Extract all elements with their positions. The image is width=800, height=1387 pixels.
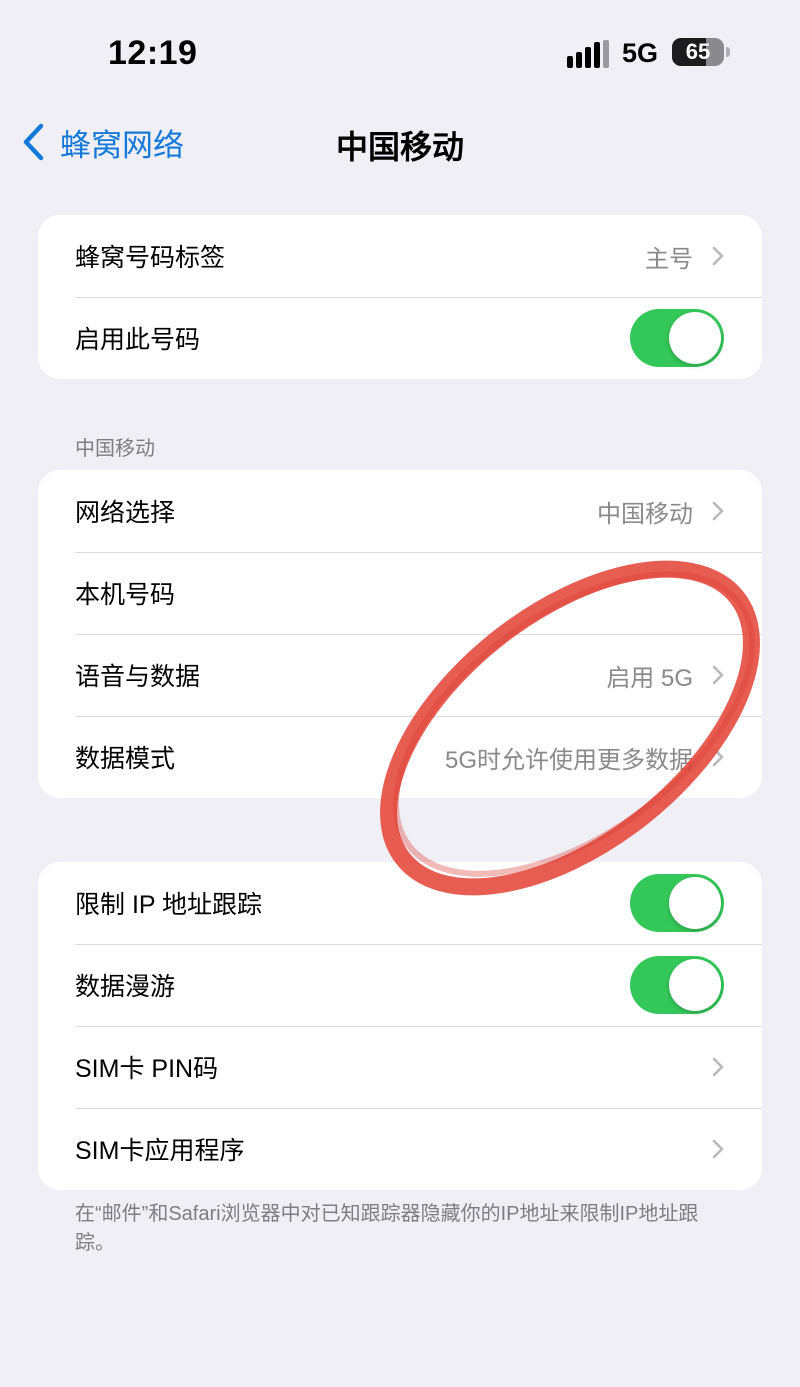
cellular-label-title: 蜂窝号码标签 bbox=[75, 244, 226, 272]
toggle-knob bbox=[669, 877, 721, 929]
network-type-label: 5G bbox=[622, 38, 659, 68]
chevron-right-icon bbox=[712, 1057, 724, 1077]
battery-icon: 65 bbox=[672, 38, 724, 66]
chevron-right-icon bbox=[712, 501, 724, 521]
footer-note: 在“邮件”和Safari浏览器中对已知跟踪器隐藏你的IP地址来限制IP地址跟踪。 bbox=[75, 1203, 699, 1254]
network-selection-value: 中国移动 bbox=[597, 500, 693, 528]
voice-data-title: 语音与数据 bbox=[75, 663, 201, 691]
my-number-row[interactable]: 本机号码 bbox=[38, 552, 762, 634]
cellular-label-row[interactable]: 蜂窝号码标签 主号 bbox=[38, 215, 762, 297]
chevron-right-icon bbox=[712, 246, 724, 266]
enable-number-title: 启用此号码 bbox=[75, 326, 201, 354]
limit-ip-tracking-row: 限制 IP 地址跟踪 bbox=[38, 862, 762, 944]
sim-applications-title: SIM卡应用程序 bbox=[75, 1137, 245, 1165]
network-selection-title: 网络选择 bbox=[75, 499, 176, 527]
cellular-label-value: 主号 bbox=[645, 245, 693, 273]
page-title: 中国移动 bbox=[335, 129, 464, 165]
sim-pin-title: SIM卡 PIN码 bbox=[75, 1055, 219, 1083]
limit-ip-tracking-toggle[interactable] bbox=[630, 874, 724, 932]
data-mode-value: 5G时允许使用更多数据 bbox=[444, 746, 693, 774]
data-roaming-row: 数据漫游 bbox=[38, 944, 762, 1026]
chevron-right-icon bbox=[712, 747, 724, 767]
data-mode-title: 数据模式 bbox=[75, 745, 176, 773]
battery-tip bbox=[726, 47, 730, 57]
signal-strength-icon bbox=[567, 40, 609, 68]
settings-group-carrier: 网络选择 中国移动 本机号码 语音与数据 启用 5G 数据模式 5G时允许使用更… bbox=[38, 470, 762, 798]
navigation-bar: 蜂窝网络 中国移动 bbox=[0, 110, 800, 174]
voice-data-row[interactable]: 语音与数据 启用 5G bbox=[38, 634, 762, 716]
status-bar: 12:19 5G 65 bbox=[0, 0, 800, 100]
sim-applications-row[interactable]: SIM卡应用程序 bbox=[38, 1108, 762, 1190]
sim-pin-row[interactable]: SIM卡 PIN码 bbox=[38, 1026, 762, 1108]
settings-group-number: 蜂窝号码标签 主号 启用此号码 bbox=[38, 215, 762, 379]
battery-percent: 65 bbox=[685, 39, 711, 64]
section-header-carrier: 中国移动 bbox=[75, 438, 155, 460]
enable-number-toggle[interactable] bbox=[630, 309, 724, 367]
enable-number-row: 启用此号码 bbox=[38, 297, 762, 379]
status-time: 12:19 bbox=[108, 34, 198, 72]
chevron-right-icon bbox=[712, 1139, 724, 1159]
limit-ip-tracking-title: 限制 IP 地址跟踪 bbox=[75, 891, 263, 919]
data-roaming-toggle[interactable] bbox=[630, 956, 724, 1014]
data-mode-row[interactable]: 数据模式 5G时允许使用更多数据 bbox=[38, 716, 762, 798]
voice-data-value: 启用 5G bbox=[606, 664, 693, 692]
toggle-knob bbox=[669, 312, 721, 364]
my-number-title: 本机号码 bbox=[75, 581, 176, 609]
chevron-right-icon bbox=[712, 665, 724, 685]
data-roaming-title: 数据漫游 bbox=[75, 973, 176, 1001]
toggle-knob bbox=[669, 959, 721, 1011]
settings-group-privacy: 限制 IP 地址跟踪 数据漫游 SIM卡 PIN码 SIM卡应用程序 bbox=[38, 862, 762, 1190]
network-selection-row[interactable]: 网络选择 中国移动 bbox=[38, 470, 762, 552]
